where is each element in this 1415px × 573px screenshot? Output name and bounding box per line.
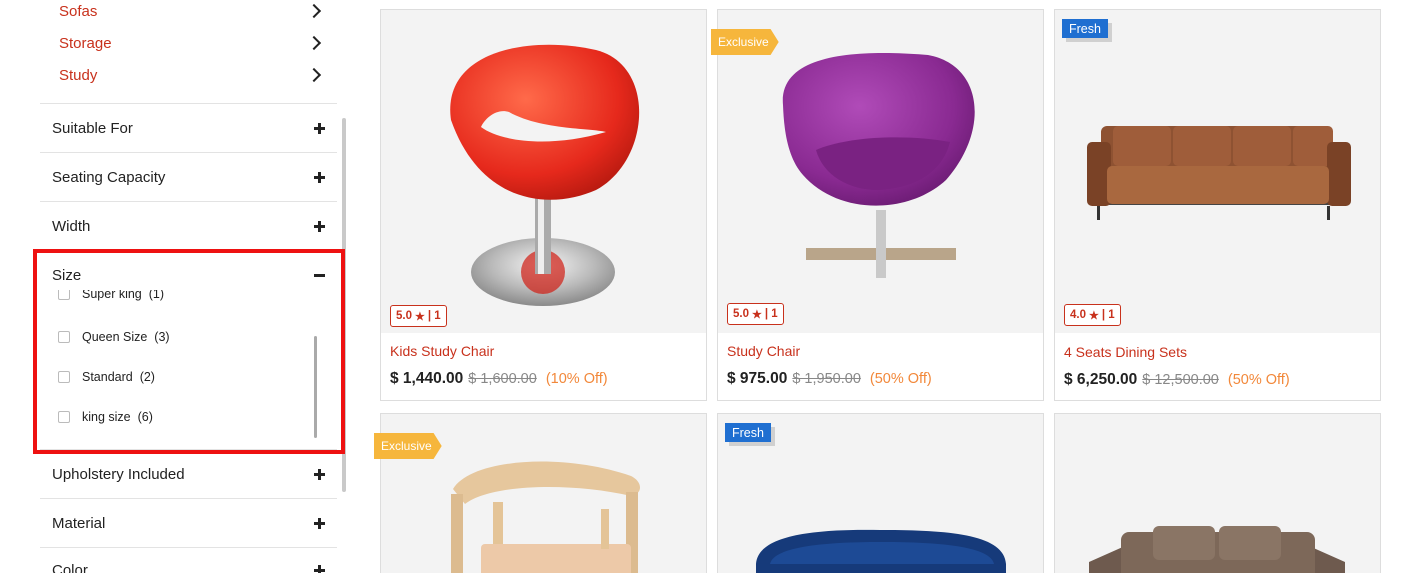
plus-icon[interactable] (314, 517, 325, 529)
facet-upholstery-included[interactable]: Upholstery Included (52, 450, 327, 498)
star-icon: ★ (752, 308, 762, 321)
price-row: $ 1,440.00 $ 1,600.00 (10% Off) (390, 370, 608, 388)
product-image[interactable] (1055, 414, 1380, 573)
price-row: $ 975.00 $ 1,950.00 (50% Off) (727, 370, 932, 388)
facet-suitable-for[interactable]: Suitable For (52, 104, 327, 152)
product-image[interactable] (1055, 10, 1380, 333)
discount-label: (50% Off) (1227, 372, 1290, 388)
exclusive-tag: Exclusive (374, 433, 442, 459)
discount-label: (50% Off) (869, 371, 932, 387)
facet-label: Seating Capacity (52, 168, 166, 186)
star-icon: ★ (1089, 309, 1099, 322)
facet-width[interactable]: Width (52, 202, 327, 250)
product-name[interactable]: Study Chair (727, 343, 800, 359)
category-study[interactable]: Study (59, 59, 327, 91)
product-name[interactable]: 4 Seats Dining Sets (1064, 344, 1187, 360)
rating-badge: 5.0 ★ | 1 (727, 303, 784, 325)
red-chair-illustration (450, 44, 640, 306)
exclusive-tag: Exclusive (711, 29, 779, 55)
category-label: Sofas (59, 2, 98, 20)
facet-label: Upholstery Included (52, 465, 185, 483)
review-count: | 1 (1101, 309, 1115, 321)
sale-price: $ 6,250.00 (1064, 371, 1138, 388)
discount-label: (10% Off) (545, 371, 608, 387)
category-storage[interactable]: Storage (59, 27, 327, 59)
plus-icon[interactable] (314, 220, 325, 232)
brown-sofa-illustration (1087, 126, 1351, 220)
star-icon: ★ (415, 310, 425, 323)
product-card-grey-sofa[interactable] (1054, 413, 1381, 573)
original-price: $ 12,500.00 (1142, 372, 1219, 388)
chevron-right-icon (306, 35, 322, 51)
rating-value: 5.0 (733, 308, 749, 320)
original-price: $ 1,950.00 (792, 371, 861, 387)
rating-value: 4.0 (1070, 309, 1086, 321)
facet-label: Color (52, 561, 88, 573)
chevron-right-icon (306, 3, 322, 19)
sale-price: $ 1,440.00 (390, 370, 464, 387)
fresh-tag: Fresh (1062, 19, 1108, 38)
product-image[interactable] (718, 10, 1043, 333)
plus-icon[interactable] (314, 564, 325, 573)
review-count: | 1 (764, 308, 778, 320)
facet-color[interactable]: Color (52, 546, 327, 573)
facet-label: Suitable For (52, 119, 133, 137)
rating-badge: 4.0 ★ | 1 (1064, 304, 1121, 326)
fresh-tag: Fresh (725, 423, 771, 442)
product-card-kids-study-chair[interactable]: 5.0 ★ | 1 Kids Study Chair $ 1,440.00 $ … (380, 9, 707, 401)
product-name[interactable]: Kids Study Chair (390, 343, 494, 359)
facet-label: Material (52, 514, 106, 532)
price-row: $ 6,250.00 $ 12,500.00 (50% Off) (1064, 371, 1290, 389)
rating-badge: 5.0 ★ | 1 (390, 305, 447, 327)
product-listing-page: Sofas Storage Study Suitable For Seating… (0, 0, 1415, 573)
review-count: | 1 (427, 310, 441, 322)
product-card-4-seats-dining-sets[interactable]: 4 Seats Dining Sets $ 6,250.00 $ 12,500.… (1054, 9, 1381, 401)
facet-label: Width (52, 217, 91, 235)
product-image[interactable]: 5.0 ★ | 1 (381, 10, 706, 333)
category-label: Storage (59, 34, 112, 52)
highlight-box (33, 249, 345, 454)
plus-icon[interactable] (314, 122, 325, 134)
category-sofas[interactable]: Sofas (59, 0, 327, 27)
plus-icon[interactable] (314, 171, 325, 183)
product-card-study-chair[interactable]: Study Chair $ 975.00 $ 1,950.00 (50% Off… (717, 9, 1044, 401)
facet-seating-capacity[interactable]: Seating Capacity (52, 153, 327, 201)
original-price: $ 1,600.00 (468, 371, 537, 387)
rating-value: 5.0 (396, 310, 412, 322)
purple-chair-illustration (782, 52, 975, 278)
category-label: Study (59, 66, 98, 84)
sale-price: $ 975.00 (727, 370, 788, 387)
grey-sofa-illustration (1089, 526, 1345, 573)
plus-icon[interactable] (314, 468, 325, 480)
facet-material[interactable]: Material (52, 499, 327, 547)
chevron-right-icon (306, 67, 322, 83)
